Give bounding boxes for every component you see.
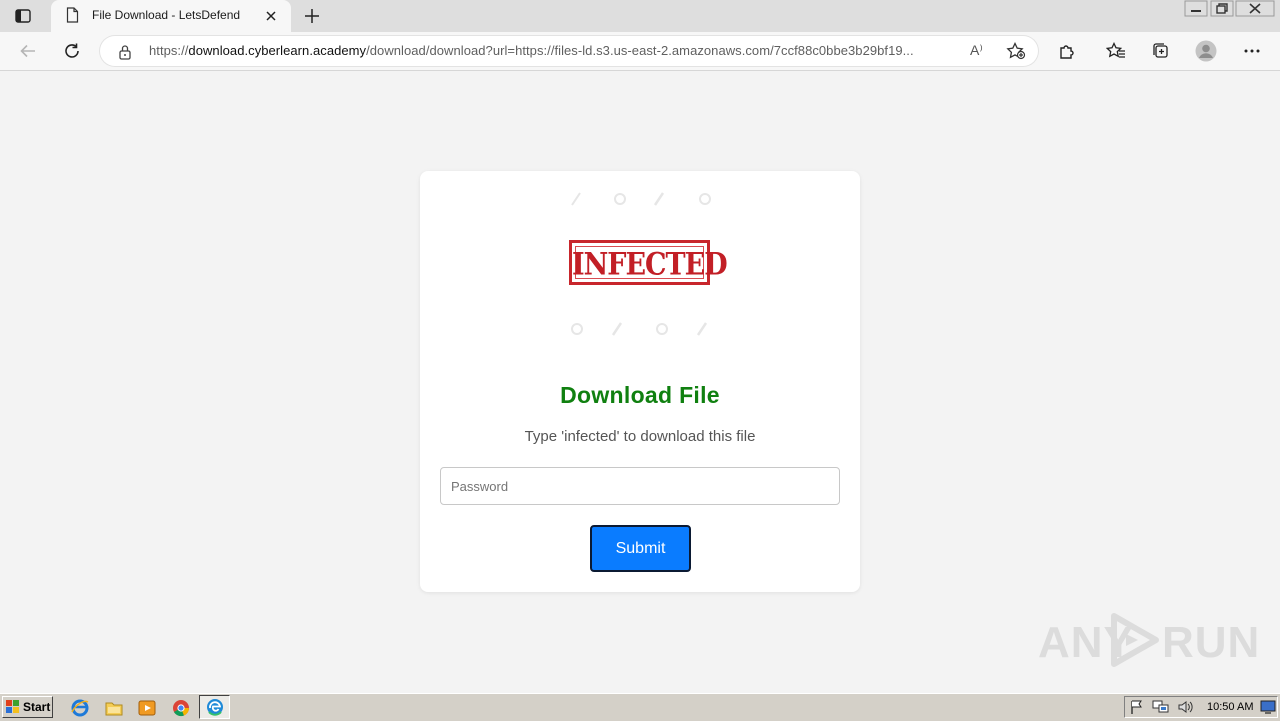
clock[interactable]: 10:50 AM [1207,701,1253,713]
edge-icon [207,699,223,716]
tab-actions-icon [15,9,31,23]
restore-icon [1210,0,1234,17]
avatar-icon [1195,40,1217,62]
url-scheme: https:// [149,43,189,58]
new-tab-icon[interactable] [303,7,321,25]
add-favorite-icon[interactable] [1006,42,1026,60]
tab-title: File Download - LetsDefend [92,8,241,22]
favorites-star-icon [1106,42,1125,58]
tab-strip: File Download - LetsDefend [0,0,1280,32]
start-button[interactable]: Start [2,696,53,718]
close-window-button[interactable] [1235,0,1275,18]
url-host: download.cyberlearn.academy [188,43,367,58]
system-tray: 10:50 AM [1124,696,1278,718]
favorites-button[interactable] [1105,40,1127,62]
faint-pattern-top [571,192,711,206]
stamp-text: INFECTED [572,246,728,283]
instruction-text: Type 'infected' to download this file [524,428,756,445]
play-logo-icon [1111,613,1159,667]
read-aloud-icon[interactable]: A⁾ [970,42,983,59]
media-player-icon[interactable] [137,698,157,718]
refresh-button[interactable] [61,40,83,62]
close-tab-icon[interactable] [264,9,278,23]
flag-icon[interactable] [1129,699,1145,715]
minimize-button[interactable] [1183,0,1209,18]
collections-icon [1153,43,1168,58]
chrome-icon[interactable] [171,698,191,718]
restore-button[interactable] [1209,0,1235,18]
watermark-text-right: RUN [1162,618,1261,667]
extensions-button[interactable] [1056,40,1078,62]
minimize-icon [1184,0,1208,17]
back-arrow-icon [20,44,35,58]
address-bar[interactable]: https://download.cyberlearn.academy/down… [100,36,1038,66]
profile-button[interactable] [1195,40,1217,62]
submit-button[interactable]: Submit [590,525,691,572]
edge-taskbar-button[interactable] [199,695,230,719]
settings-menu-button[interactable] [1241,40,1263,62]
start-label: Start [23,700,51,714]
puzzle-icon [1060,45,1074,59]
taskbar: Start 10:50 AM [0,693,1280,721]
infected-stamp-image: INFECTED [560,189,728,339]
more-dots-icon [1244,49,1260,53]
back-button[interactable] [17,40,39,62]
faint-pattern-bottom [571,322,708,336]
infected-stamp: INFECTED [569,240,728,285]
internet-explorer-icon[interactable] [70,698,90,718]
page-title: Download File [560,382,720,408]
browser-toolbar: https://download.cyberlearn.academy/down… [0,32,1280,71]
windows-logo-icon [6,700,19,713]
url-text[interactable]: https://download.cyberlearn.academy/down… [149,43,964,58]
close-window-icon [1235,0,1275,17]
refresh-icon [65,43,79,58]
lock-icon[interactable] [118,44,132,60]
volume-icon[interactable] [1177,699,1193,715]
active-tab[interactable]: File Download - LetsDefend [51,0,291,32]
password-input[interactable] [440,467,840,505]
network-icon[interactable] [1152,699,1170,715]
anyrun-watermark: ANY RUN [1038,610,1259,670]
url-path: /download/download?url=https://files-ld.… [366,43,914,58]
page-icon [66,7,79,23]
file-explorer-icon[interactable] [104,698,124,718]
download-card: INFECTED Download File Type 'infected' t… [420,171,860,592]
show-desktop-icon[interactable] [1260,700,1276,714]
collections-button[interactable] [1149,40,1171,62]
tab-actions-button[interactable] [10,5,36,27]
